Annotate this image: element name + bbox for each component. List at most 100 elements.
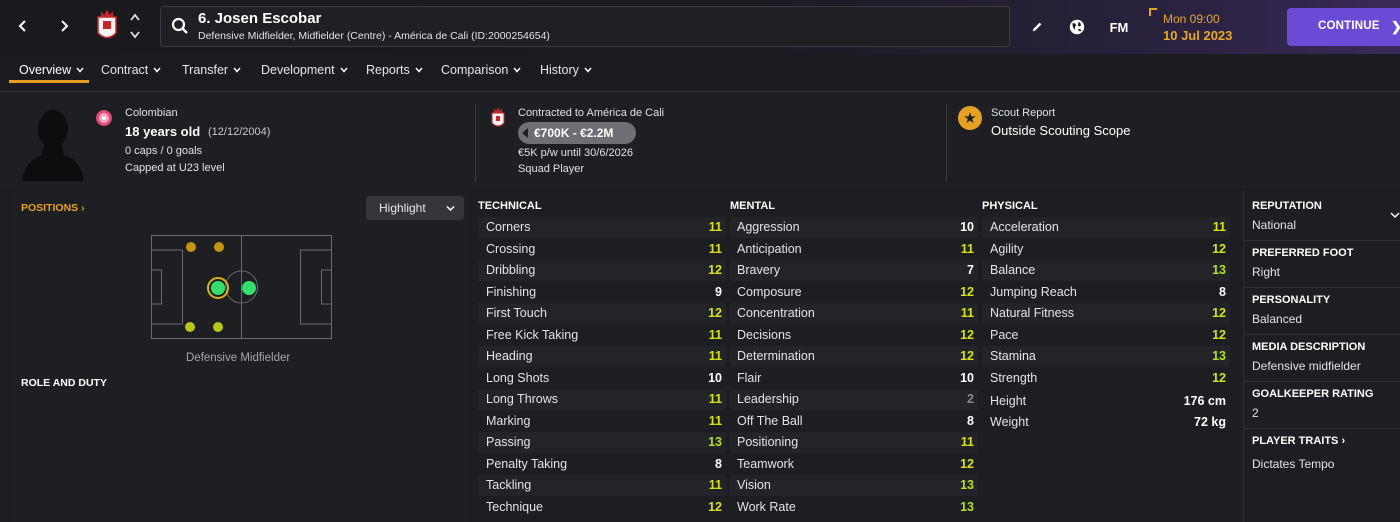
tab-reports[interactable]: Reports: [366, 63, 423, 77]
attribute-value: 12: [960, 349, 974, 363]
tab-label: Contract: [101, 63, 149, 77]
position-dot: [211, 281, 225, 295]
divider: [1243, 381, 1400, 382]
tab-history[interactable]: History: [540, 63, 592, 77]
chevron-down-icon: [340, 67, 348, 73]
mental-heading: MENTAL: [730, 200, 776, 212]
attribute-value: 11: [960, 435, 974, 449]
search-bar[interactable]: 6. Josen Escobar Defensive Midfielder, M…: [160, 6, 1010, 47]
role-duty-heading: ROLE AND DUTY: [21, 377, 107, 389]
globe-icon: [1069, 19, 1085, 35]
attribute-value: 12: [708, 306, 722, 320]
attribute-name: Penalty Taking: [486, 456, 568, 471]
player-switcher[interactable]: [128, 12, 142, 40]
attribute-name: Bravery: [737, 263, 781, 277]
attribute-name: Jumping Reach: [990, 284, 1077, 299]
chevron-up-icon[interactable]: [129, 12, 141, 22]
star-icon: ★: [958, 106, 982, 130]
height-value: 176 cm: [1183, 394, 1226, 408]
positions-link[interactable]: POSITIONS ›: [21, 202, 85, 214]
attribute-value: 12: [708, 263, 722, 277]
tab-label: Overview: [19, 63, 72, 77]
attribute-name: Teamwork: [737, 456, 794, 471]
position-dot: [242, 281, 256, 295]
player-traits-link[interactable]: PLAYER TRAITS ›: [1252, 435, 1345, 447]
position-dot: [214, 242, 224, 252]
tab-contract[interactable]: Contract: [101, 63, 161, 77]
preferred-foot-value: Right: [1252, 265, 1281, 279]
chevron-down-icon[interactable]: [129, 30, 141, 40]
tab-comparison[interactable]: Comparison: [441, 63, 521, 77]
goalkeeper-rating-value: 2: [1252, 406, 1259, 420]
game-date: Mon 09:00 10 Jul 2023: [1149, 8, 1269, 48]
player-traits-value: Dictates Tempo: [1252, 457, 1335, 471]
edit-button[interactable]: [1028, 16, 1046, 38]
tab-overview[interactable]: Overview: [19, 63, 84, 77]
media-description-value: Defensive midfielder: [1252, 359, 1361, 373]
position-pitch: [151, 235, 332, 339]
attribute-value: 12: [1212, 370, 1226, 385]
tab-transfer[interactable]: Transfer: [182, 63, 241, 77]
attribute-value: 11: [708, 392, 722, 406]
attribute-name: Dribbling: [486, 263, 536, 277]
attribute-name: Stamina: [990, 349, 1036, 363]
divider: [1243, 334, 1400, 335]
attribute-name: Passing: [486, 435, 531, 449]
preferred-foot-heading: PREFERRED FOOT: [1252, 247, 1354, 259]
chevron-right-icon: ›: [1341, 435, 1346, 447]
date-corner-decoration: [1149, 8, 1157, 16]
highlight-dropdown[interactable]: Highlight: [366, 196, 464, 220]
attribute-value: 12: [960, 456, 974, 471]
attribute-name: Vision: [737, 478, 771, 492]
tab-label: Reports: [366, 63, 410, 77]
scout-report-value: Outside Scouting Scope: [991, 123, 1131, 138]
attribute-value: 11: [708, 327, 722, 342]
attribute-value: 11: [1212, 220, 1226, 234]
wage: €5K p/w until 30/6/2026: [518, 147, 633, 159]
attribute-name: Flair: [737, 370, 762, 385]
attribute-value: 13: [960, 499, 974, 514]
chevron-down-icon: [584, 67, 592, 73]
colombia-flag-icon: [96, 110, 112, 126]
attribute-value: 12: [1212, 241, 1226, 256]
tab-label: History: [540, 63, 579, 77]
search-icon[interactable]: [171, 17, 189, 35]
player-title: 6. Josen Escobar: [198, 10, 322, 27]
back-button[interactable]: [11, 14, 35, 38]
club-crest-icon[interactable]: [95, 9, 119, 43]
forward-button[interactable]: [52, 14, 76, 38]
attribute-name: Positioning: [737, 435, 799, 449]
continue-button[interactable]: CONTINUE ❯: [1287, 8, 1400, 46]
attribute-name: Concentration: [737, 306, 815, 320]
attribute-name: Pace: [990, 327, 1019, 342]
attribute-value: 11: [960, 306, 974, 320]
attribute-name: Decisions: [737, 327, 792, 342]
goalkeeper-rating-heading: GOALKEEPER RATING: [1252, 388, 1374, 400]
fm-menu-button[interactable]: FM: [1106, 16, 1132, 38]
transfer-value: €700K - €2.2M: [534, 126, 614, 140]
contracted-to: Contracted to América de Cali: [518, 107, 665, 119]
attribute-value: 10: [708, 370, 722, 385]
attribute-name: Tackling: [486, 478, 532, 492]
divider: [1243, 428, 1400, 429]
attribute-name: Free Kick Taking: [486, 327, 579, 342]
chevron-left-icon: [18, 20, 26, 32]
attribute-name: Long Shots: [486, 370, 550, 385]
attribute-name: Agility: [990, 241, 1024, 256]
tab-development[interactable]: Development: [261, 63, 348, 77]
chevron-right-icon: ❯: [1391, 19, 1400, 35]
transfer-value-pill[interactable]: €700K - €2.2M: [518, 122, 636, 144]
tab-label: Development: [261, 63, 335, 77]
attribute-name: Strength: [990, 370, 1038, 385]
chevron-down-icon: [513, 67, 521, 73]
divider: [946, 104, 947, 182]
positions-label: POSITIONS: [21, 202, 79, 214]
tab-label: Comparison: [441, 63, 509, 77]
chevron-right-icon: [61, 20, 69, 32]
chevron-down-icon: [153, 67, 161, 73]
world-button[interactable]: [1066, 16, 1088, 38]
chevron-down-icon[interactable]: [1390, 211, 1400, 219]
attribute-name: Marking: [486, 413, 531, 428]
attribute-value: 11: [708, 349, 722, 363]
attribute-name: Determination: [737, 349, 815, 363]
